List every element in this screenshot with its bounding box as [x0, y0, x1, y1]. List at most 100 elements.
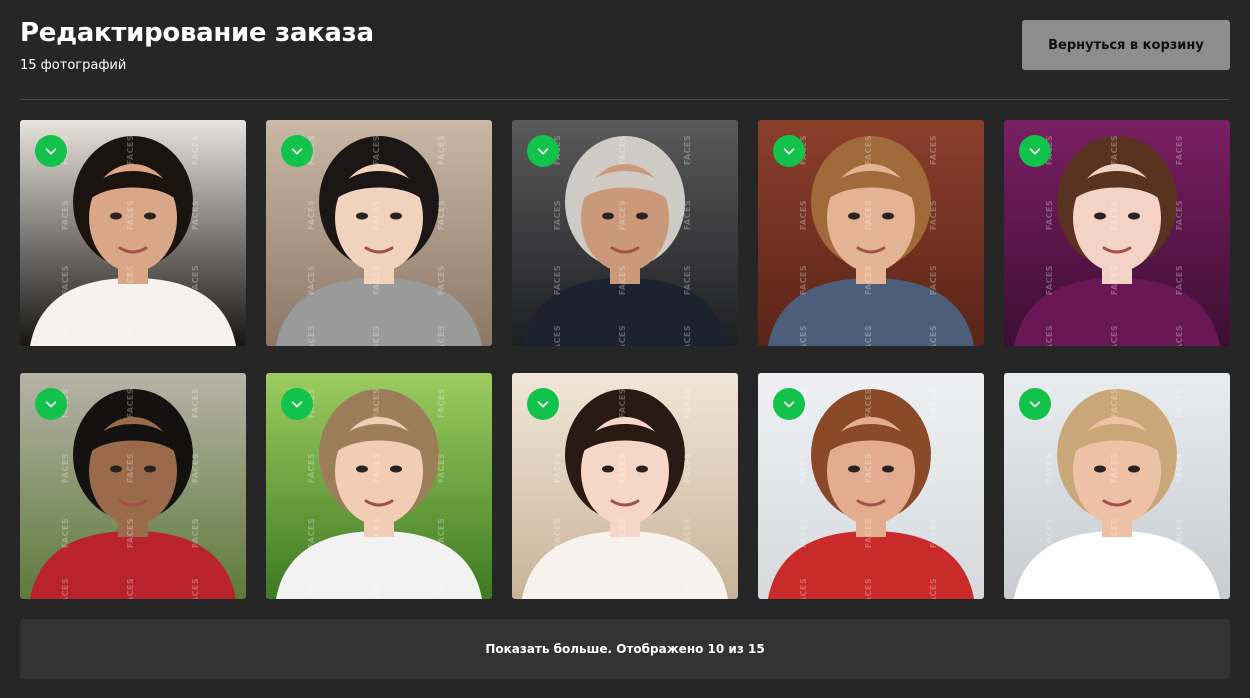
watermark-text: FACES — [683, 518, 692, 548]
watermark-text: FACES — [437, 265, 446, 295]
watermark-text: FACES — [61, 265, 70, 295]
photo-card[interactable]: FACES FACES FACES FACES FACES FACES FACES FACES… — [20, 373, 246, 599]
watermark-text: FACES — [618, 518, 627, 548]
page-title: Редактирование заказа — [20, 18, 374, 48]
watermark-text: FACES — [191, 325, 200, 346]
selected-badge[interactable] — [527, 388, 559, 420]
watermark-text: FACES — [618, 325, 627, 346]
watermark-text: FACES — [372, 135, 381, 165]
watermark-text: FACES — [191, 265, 200, 295]
watermark-text: FACES — [307, 578, 316, 599]
watermark-text: FACES — [126, 265, 135, 295]
watermark-text: FACES — [1175, 518, 1184, 548]
selected-badge[interactable] — [1019, 135, 1051, 167]
watermark-text: FACES — [191, 135, 200, 165]
show-more-button[interactable]: Показать больше. Отображено 10 из 15 — [20, 619, 1230, 679]
watermark-text: FACES — [307, 265, 316, 295]
watermark-text: FACES — [1175, 578, 1184, 599]
watermark-text: FACES — [437, 578, 446, 599]
watermark-text: FACES — [683, 453, 692, 483]
watermark-text: FACES — [437, 135, 446, 165]
watermark-text: FACES — [372, 200, 381, 230]
watermark-text: FACES — [929, 200, 938, 230]
watermark-text: FACES — [372, 265, 381, 295]
check-icon — [783, 148, 795, 155]
watermark-text: FACES — [683, 388, 692, 418]
watermark-text: FACES — [799, 200, 808, 230]
watermark-text: FACES — [864, 200, 873, 230]
photo-card[interactable]: FACES FACES FACES FACES FACES FACES FACES FACES… — [1004, 373, 1230, 599]
watermark-text: FACES — [1175, 325, 1184, 346]
watermark-text: FACES — [929, 453, 938, 483]
photo-card[interactable]: FACES FACES FACES FACES FACES FACES FACES FACES… — [1004, 120, 1230, 346]
watermark-text: FACES — [553, 325, 562, 346]
check-icon — [537, 401, 549, 408]
watermark-text: FACES — [553, 200, 562, 230]
watermark-text: FACES — [864, 265, 873, 295]
check-icon — [1029, 401, 1041, 408]
watermark-text: FACES — [929, 578, 938, 599]
watermark-text: FACES — [126, 453, 135, 483]
watermark-text: FACES — [799, 265, 808, 295]
watermark-text: FACES — [307, 453, 316, 483]
photo-card[interactable]: FACES FACES FACES FACES FACES FACES FACES FACES… — [20, 120, 246, 346]
watermark-text: FACES — [1045, 265, 1054, 295]
watermark-text: FACES — [1110, 518, 1119, 548]
check-icon — [537, 148, 549, 155]
selected-badge[interactable] — [35, 388, 67, 420]
check-icon — [291, 401, 303, 408]
check-icon — [783, 401, 795, 408]
watermark-text: FACES — [372, 453, 381, 483]
check-icon — [45, 148, 57, 155]
watermark-text: FACES — [437, 200, 446, 230]
watermark-text: FACES — [307, 325, 316, 346]
watermark-text: FACES — [618, 388, 627, 418]
selected-badge[interactable] — [773, 135, 805, 167]
watermark-text: FACES — [553, 453, 562, 483]
selected-badge[interactable] — [1019, 388, 1051, 420]
watermark-text: FACES — [553, 265, 562, 295]
watermark-text: FACES — [929, 518, 938, 548]
watermark-text: FACES — [1045, 453, 1054, 483]
watermark-text: FACES — [929, 388, 938, 418]
watermark-text: FACES — [372, 325, 381, 346]
page-header: Редактирование заказа 15 фотографий — [20, 18, 374, 74]
watermark-text: FACES — [1110, 578, 1119, 599]
selected-badge[interactable] — [35, 135, 67, 167]
watermark-text: FACES — [126, 578, 135, 599]
watermark-text: FACES — [1175, 200, 1184, 230]
watermark-text: FACES — [126, 518, 135, 548]
check-icon — [1029, 148, 1041, 155]
watermark-text: FACES — [864, 578, 873, 599]
watermark-text: FACES — [437, 518, 446, 548]
selected-badge[interactable] — [527, 135, 559, 167]
watermark-text: FACES — [307, 200, 316, 230]
watermark-text: FACES — [1045, 578, 1054, 599]
selected-badge[interactable] — [281, 388, 313, 420]
watermark-text: FACES — [683, 135, 692, 165]
photo-card[interactable]: FACES FACES FACES FACES FACES FACES FACES FACES… — [758, 120, 984, 346]
watermark-text: FACES — [683, 578, 692, 599]
selected-badge[interactable] — [281, 135, 313, 167]
selected-badge[interactable] — [773, 388, 805, 420]
watermark-text: FACES — [372, 578, 381, 599]
order-edit-page: Редактирование заказа 15 фотографий Верн… — [0, 0, 1250, 698]
watermark-text: FACES — [1045, 325, 1054, 346]
watermark-text: FACES — [307, 518, 316, 548]
watermark-text: FACES — [618, 265, 627, 295]
photo-card[interactable]: FACES FACES FACES FACES FACES FACES FACES FACES… — [758, 373, 984, 599]
watermark-text: FACES — [864, 453, 873, 483]
watermark-text: FACES — [799, 518, 808, 548]
photo-card[interactable]: FACES FACES FACES FACES FACES FACES FACES FACES… — [266, 120, 492, 346]
photo-card[interactable]: FACES FACES FACES FACES FACES FACES FACES FACES… — [266, 373, 492, 599]
photo-card[interactable]: FACES FACES FACES FACES FACES FACES FACES FACES… — [512, 120, 738, 346]
back-to-cart-button[interactable]: Вернуться в корзину — [1022, 20, 1230, 70]
photo-card[interactable]: FACES FACES FACES FACES FACES FACES FACES FACES… — [512, 373, 738, 599]
watermark-text: FACES — [1045, 200, 1054, 230]
watermark-text: FACES — [191, 578, 200, 599]
watermark-text: FACES — [61, 325, 70, 346]
watermark-text: FACES — [1110, 325, 1119, 346]
watermark-text: FACES — [191, 518, 200, 548]
watermark-text: FACES — [61, 518, 70, 548]
watermark-text: FACES — [191, 453, 200, 483]
